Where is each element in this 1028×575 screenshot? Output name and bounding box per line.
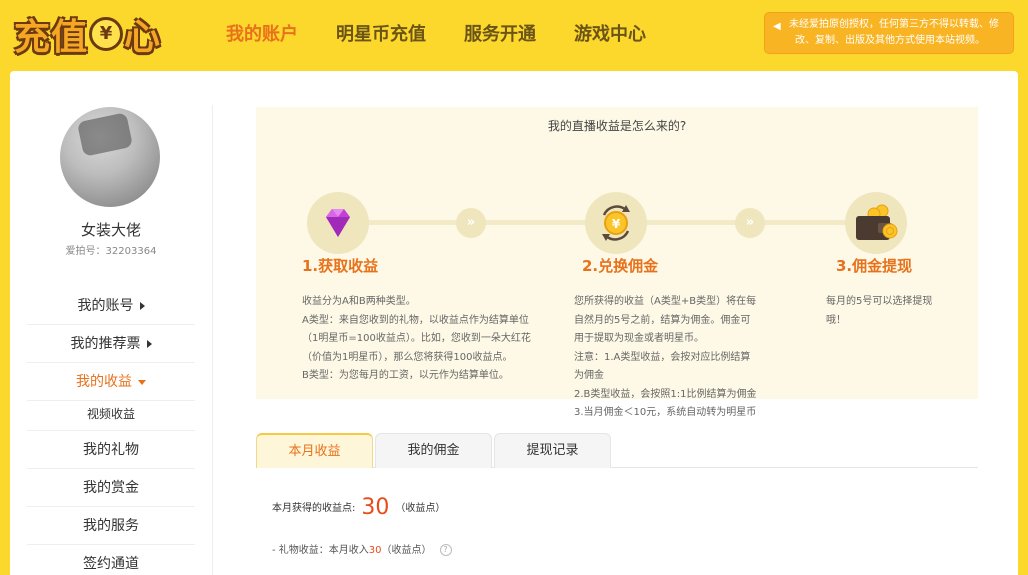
sidebar-item-my-gifts[interactable]: 我的礼物 — [27, 431, 195, 469]
step-3-description: 每月的5号可以选择提现 哦！ — [826, 293, 966, 330]
svg-text:¥: ¥ — [612, 217, 621, 231]
nav-game-center[interactable]: 游戏中心 — [574, 18, 646, 52]
earnings-unit: （收益点） — [395, 503, 446, 514]
sidebar-item-label: 我的推荐票 — [70, 336, 141, 352]
step-2-line: 用于提取为现金或者明星币。 — [574, 333, 704, 344]
sidebar-item-signing-channel[interactable]: 签约通道 — [27, 545, 195, 575]
sidebar-item-label: 视频收益 — [86, 407, 135, 421]
explainer-title: 我的直播收益是怎么来的? — [547, 119, 687, 133]
step-2-line: 为佣金 — [574, 370, 604, 381]
nav-star-coin-recharge[interactable]: 明星币充值 — [336, 18, 426, 52]
step-2-line: 2.B类型收益，会按照1:1比例结算为佣金 — [574, 388, 757, 400]
step-3-title: 3.佣金提现 — [836, 257, 913, 275]
gift-earnings-value: 30 — [368, 545, 382, 556]
chevron-double-right-icon: » — [456, 208, 486, 238]
logo-text-2: 心 — [124, 17, 162, 58]
header: 充值 ¥ 心 我的账户 明星币充值 服务开通 游戏中心 ◀ 未经爱拍原创授权，任… — [0, 0, 1028, 70]
step-1-title: 1.获取收益 — [302, 257, 379, 275]
tab-withdrawal-records[interactable]: 提现记录 — [494, 433, 611, 468]
step-2-line: 您所获得的收益（A类型+B类型）将在每 — [574, 296, 757, 307]
main-nav: 我的账户 明星币充值 服务开通 游戏中心 — [226, 18, 684, 52]
gift-earnings-prefix: - 礼物收益：本月收入 — [272, 545, 369, 556]
caret-right-icon — [139, 302, 145, 310]
sidebar-item-label: 我的收益 — [76, 374, 132, 390]
notice-line-2: 改、复制、出版及其他方式使用本站视频。 — [795, 35, 985, 46]
step-1-line: 收益分为A和B两种类型。 — [302, 296, 416, 307]
logo[interactable]: 充值 ¥ 心 — [14, 10, 161, 58]
step-3-circle — [845, 192, 907, 254]
earnings-tabs: 本月收益 我的佣金 提现记录 — [256, 433, 978, 468]
tab-my-commission[interactable]: 我的佣金 — [375, 433, 492, 468]
sidebar-subitem-video-earnings[interactable]: 视频收益 — [27, 401, 195, 431]
step-1-line: A类型：来自您收到的礼物，以收益点作为结算单位 — [302, 314, 529, 326]
sidebar-divider — [212, 105, 213, 575]
step-2-line: 注意：1.A类型收益，会按对应比例结算 — [574, 351, 751, 363]
step-3-line: 每月的5号可以选择提现 — [826, 296, 933, 307]
sidebar-item-recommend-tickets[interactable]: 我的推荐票 — [27, 325, 195, 363]
main-panel: 女装大佬 爱拍号：32203364 我的账号 我的推荐票 我的收益 视频收益 我… — [10, 71, 1018, 575]
earnings-explainer: 我的直播收益是怎么来的? » ¥ » 1.获取收益 2.兑换佣金 3.佣金提现 … — [256, 107, 978, 418]
step-1-description: 收益分为A和B两种类型。 A类型：来自您收到的礼物，以收益点作为结算单位 （1明… — [302, 293, 552, 386]
sidebar-item-label: 我的账号 — [77, 298, 134, 314]
step-1-line: B类型：为您每月的工资，以元作为结算单位。 — [302, 370, 509, 381]
speaker-icon: ◀ — [773, 21, 781, 32]
copyright-notice: ◀ 未经爱拍原创授权，任何第三方不得以转载、修 改、复制、出版及其他方式使用本站… — [764, 12, 1014, 54]
step-1-line: （1明星币=100收益点）。比如，您收到一朵大红花 — [302, 333, 531, 344]
step-2-circle: ¥ — [585, 192, 647, 254]
monthly-earnings-summary: 本月获得的收益点: 30 （收益点） — [272, 495, 445, 520]
sidebar-item-label: 我的礼物 — [83, 442, 139, 458]
user-id: 爱拍号：32203364 — [65, 246, 157, 257]
question-icon[interactable]: ? — [439, 544, 452, 556]
sidebar-item-my-account[interactable]: 我的账号 — [27, 287, 195, 325]
sidebar-item-my-bounty[interactable]: 我的赏金 — [27, 469, 195, 507]
notice-line-1: 未经爱拍原创授权，任何第三方不得以转载、修 — [789, 19, 999, 30]
logo-coin-icon: ¥ — [89, 17, 124, 51]
nav-my-account[interactable]: 我的账户 — [226, 18, 298, 52]
wallet-icon — [856, 204, 898, 240]
earnings-label: 本月获得的收益点: — [272, 503, 356, 514]
logo-text-1: 充值 — [14, 17, 89, 58]
sidebar: 女装大佬 爱拍号：32203364 我的账号 我的推荐票 我的收益 视频收益 我… — [10, 71, 212, 575]
sidebar-item-label: 签约通道 — [83, 556, 139, 572]
caret-down-icon — [138, 379, 146, 385]
chevron-double-right-icon: » — [735, 208, 765, 238]
exchange-coin-icon: ¥ — [602, 205, 630, 241]
step-1-line: （价值为1明星币），那么您将获得100收益点。 — [302, 351, 513, 363]
caret-right-icon — [146, 340, 152, 348]
sidebar-item-label: 我的服务 — [83, 518, 139, 534]
avatar[interactable] — [60, 107, 160, 207]
step-2-title: 2.兑换佣金 — [582, 257, 659, 275]
gift-earnings-unit: （收益点） — [381, 545, 432, 556]
sidebar-item-label: 我的赏金 — [83, 480, 139, 496]
gift-earnings-line: - 礼物收益：本月收入30（收益点）? — [272, 541, 452, 556]
username: 女装大佬 — [80, 221, 141, 239]
sidebar-item-my-services[interactable]: 我的服务 — [27, 507, 195, 545]
tab-this-month-earnings[interactable]: 本月收益 — [256, 433, 373, 468]
sidebar-menu: 我的账号 我的推荐票 我的收益 视频收益 我的礼物 我的赏金 我的服务 签约通道 — [27, 287, 195, 575]
step-1-circle — [307, 192, 369, 254]
step-2-description: 您所获得的收益（A类型+B类型）将在每 自然月的5号之前，结算为佣金。佣金可 用… — [574, 293, 774, 423]
sidebar-item-my-earnings[interactable]: 我的收益 — [27, 363, 195, 401]
diamond-icon — [326, 209, 350, 237]
step-2-line: 自然月的5号之前，结算为佣金。佣金可 — [574, 314, 751, 326]
earnings-value: 30 — [361, 495, 390, 520]
step-2-line: 3.当月佣金＜10元，系统自动转为明星币 — [574, 407, 757, 418]
step-3-line: 哦！ — [826, 314, 846, 326]
nav-service-activation[interactable]: 服务开通 — [464, 18, 536, 52]
